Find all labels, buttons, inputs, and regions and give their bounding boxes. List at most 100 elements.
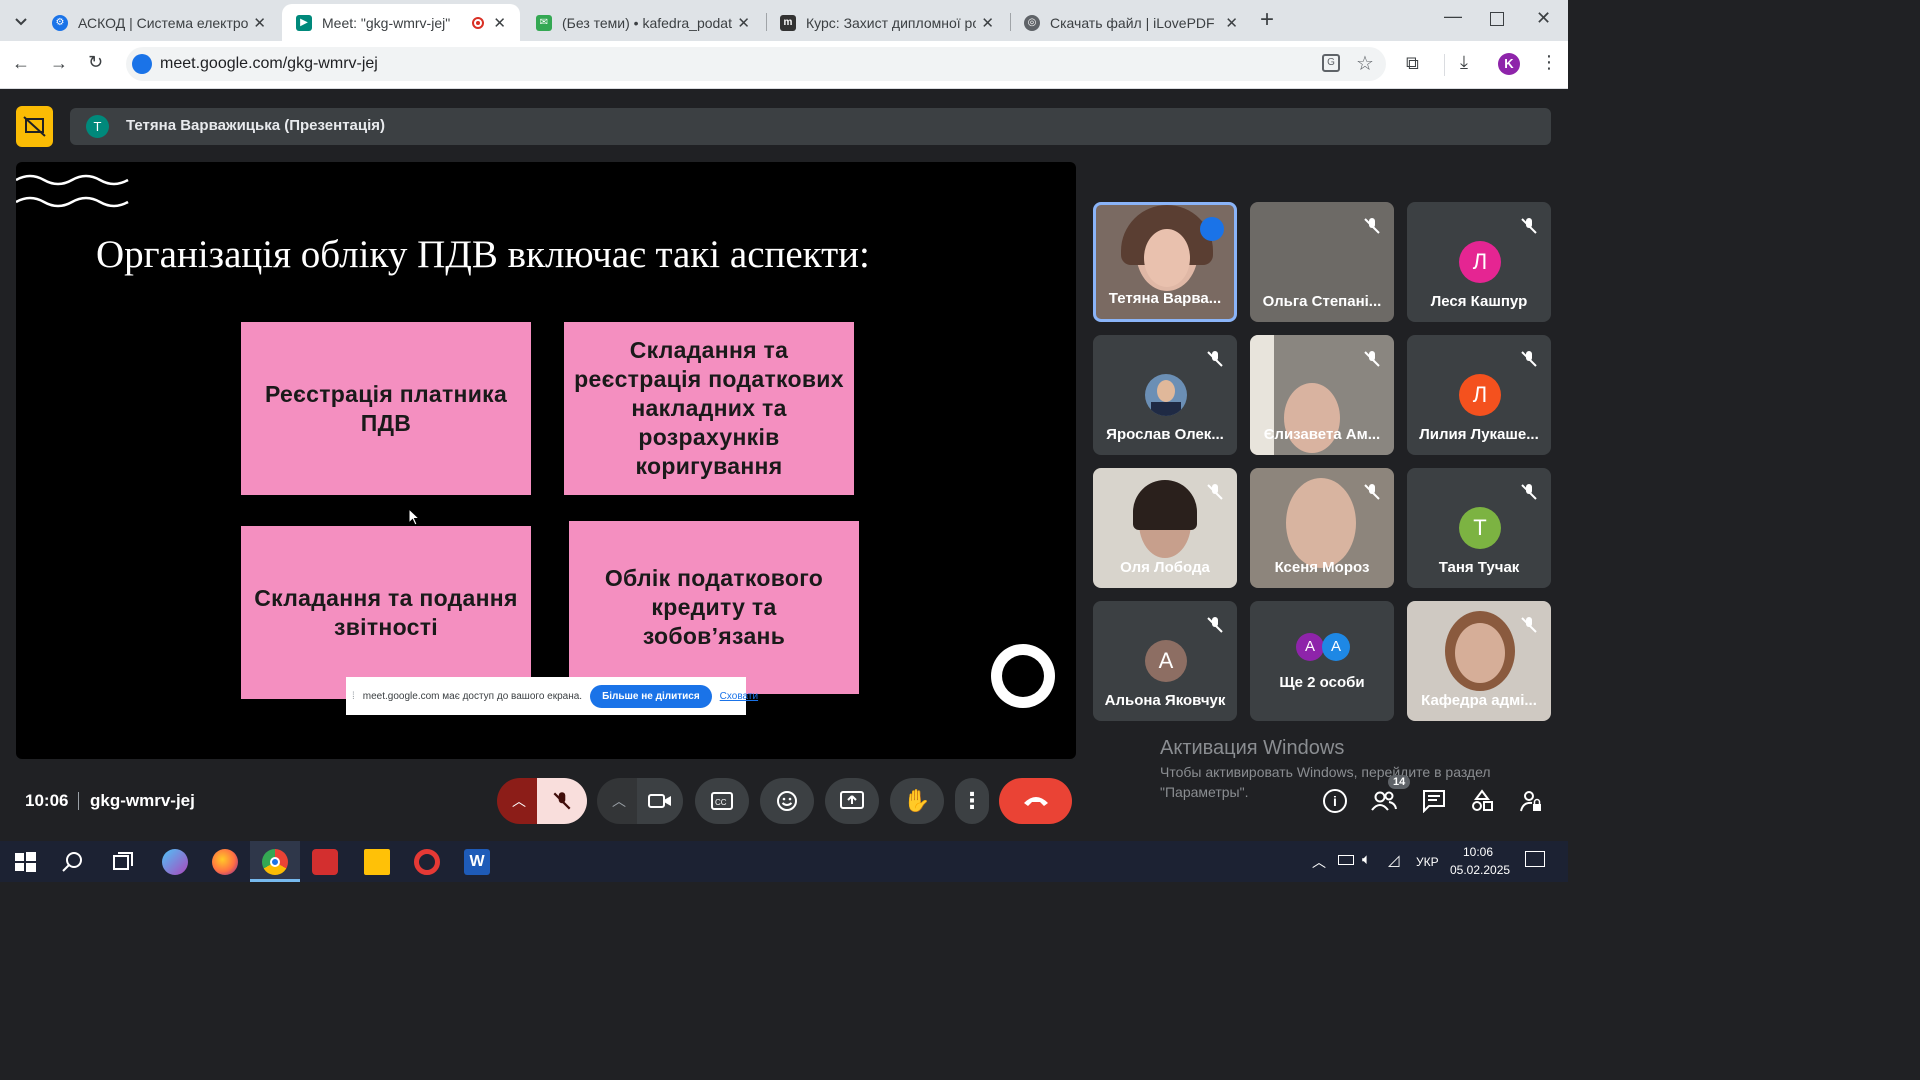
participant-tile[interactable]: Ярослав Олек...	[1093, 335, 1237, 455]
address-bar[interactable]: meet.google.com/gkg-wmrv-jej G ☆	[126, 47, 1386, 81]
raise-hand-button[interactable]: ✋	[890, 778, 944, 824]
close-window-button[interactable]: ✕	[1536, 8, 1551, 29]
network-icon[interactable]: ◿	[1388, 851, 1400, 869]
drag-handle-icon[interactable]: ⁞	[352, 691, 355, 702]
camera-toggle-button[interactable]	[637, 778, 683, 824]
leave-call-button[interactable]	[999, 778, 1072, 824]
task-view-icon[interactable]	[110, 849, 136, 875]
show-hidden-icons[interactable]: ︿	[1312, 852, 1326, 872]
new-tab-button[interactable]: +	[1260, 6, 1274, 34]
participant-tile[interactable]: Л Лилия Лукаше...	[1407, 335, 1551, 455]
taskbar-date[interactable]: 05.02.2025	[1450, 863, 1510, 877]
firefox-icon[interactable]	[212, 849, 238, 875]
participant-tile[interactable]: Л Леся Кашпур	[1407, 202, 1551, 322]
participant-tile[interactable]: Тетяна Варва...	[1093, 202, 1237, 322]
participant-tile[interactable]: Єлизавета Ам...	[1250, 335, 1394, 455]
captions-button[interactable]: CC	[695, 778, 749, 824]
participant-tile[interactable]: Ксеня Мороз	[1250, 468, 1394, 588]
tab-ilovepdf[interactable]: ◎ Скачать файл | iLovePDF ✕	[1010, 4, 1252, 41]
notifications-icon[interactable]	[1525, 851, 1545, 867]
participant-tile[interactable]: A Альона Яковчук	[1093, 601, 1237, 721]
video-options-button[interactable]: ︿	[597, 778, 641, 824]
browser-menu-icon[interactable]: ⋮	[1540, 52, 1558, 73]
slide-card: Реєстрація платника ПДВ	[241, 322, 531, 495]
minimize-button[interactable]: —	[1444, 6, 1462, 27]
wave-decoration	[16, 174, 129, 208]
tab-title: Курс: Захист дипломної робо	[806, 14, 976, 31]
red-app-icon[interactable]	[312, 849, 338, 875]
mic-off-icon	[1521, 617, 1537, 633]
globe-icon: ◎	[1024, 14, 1040, 31]
present-screen-button[interactable]	[825, 778, 879, 824]
participant-name: Таня Тучак	[1438, 559, 1520, 576]
close-tab-icon[interactable]: ✕	[1225, 14, 1238, 32]
reactions-button[interactable]	[760, 778, 814, 824]
search-icon[interactable]	[60, 849, 86, 875]
close-tab-icon[interactable]: ✕	[253, 14, 266, 32]
close-tab-icon[interactable]: ✕	[737, 14, 750, 32]
tab-search-button[interactable]	[10, 10, 32, 32]
forward-arrow-icon[interactable]: →	[50, 53, 68, 74]
share-notice-text: meet.google.com має доступ до вашого екр…	[362, 690, 583, 702]
windows-start-icon[interactable]	[12, 849, 38, 875]
close-tab-icon[interactable]: ✕	[493, 14, 506, 32]
more-participants-tile[interactable]: A A Ще 2 особи	[1250, 601, 1394, 721]
stop-sharing-button[interactable]: Більше не ділитися	[590, 684, 712, 708]
input-language[interactable]: УКР	[1416, 855, 1439, 869]
bookmark-star-icon[interactable]: ☆	[1356, 51, 1374, 76]
hide-notice-link[interactable]: Сховати	[720, 691, 758, 702]
tab-askod[interactable]: ⚙ АСКОД | Система електронног ✕	[38, 4, 280, 41]
mic-toggle-button[interactable]	[537, 778, 587, 824]
mic-off-icon	[1364, 484, 1380, 500]
download-icon[interactable]: ⤓	[1460, 52, 1468, 73]
participant-tile[interactable]: T Таня Тучак	[1407, 468, 1551, 588]
restore-button[interactable]	[1490, 12, 1504, 26]
back-arrow-icon[interactable]: ←	[12, 53, 30, 74]
tab-meet[interactable]: ▶ Meet: "gkg-wmrv-jej" ✕	[282, 4, 520, 41]
site-info-icon[interactable]	[132, 54, 152, 74]
mic-off-icon	[1521, 218, 1537, 234]
extensions-icon[interactable]: ⧉	[1406, 53, 1419, 74]
file-explorer-icon[interactable]	[364, 849, 390, 875]
battery-icon[interactable]	[1338, 855, 1354, 865]
people-button[interactable]: 14	[1370, 775, 1411, 818]
chat-button[interactable]	[1422, 789, 1446, 818]
audio-options-button[interactable]: ︿	[497, 778, 541, 824]
participant-tile[interactable]: Ольга Степані...	[1250, 202, 1394, 322]
word-icon[interactable]: W	[464, 849, 490, 875]
paint-app-icon[interactable]	[162, 849, 188, 875]
profile-avatar[interactable]: K	[1498, 53, 1520, 75]
presentation-slide: Організація обліку ПДВ включає такі аспе…	[16, 162, 1076, 759]
opera-icon[interactable]	[414, 849, 440, 875]
svg-text:CC: CC	[715, 798, 727, 807]
presentation-off-icon	[23, 116, 46, 137]
meeting-info-button[interactable]: i	[1323, 789, 1347, 813]
more-options-button[interactable]: ⋮	[955, 778, 989, 824]
hang-up-icon	[1023, 797, 1048, 806]
reload-icon[interactable]: ↻	[88, 52, 103, 73]
recording-icon	[472, 16, 484, 29]
speaking-indicator	[991, 644, 1055, 708]
taskbar-time[interactable]: 10:06	[1463, 845, 1493, 859]
host-controls-button[interactable]	[1520, 789, 1542, 818]
people-icon	[1371, 791, 1397, 811]
stop-presenting-button[interactable]	[16, 106, 53, 147]
meeting-time: 10:06	[25, 791, 69, 810]
participant-name: Леся Кашпур	[1430, 293, 1528, 310]
tab-mail[interactable]: ✉ (Без теми) • kafedra_podatky@ ✕	[522, 4, 764, 41]
tab-moodle[interactable]: m Курс: Захист дипломної робо ✕	[766, 4, 1008, 41]
people-count-badge: 14	[1388, 775, 1411, 789]
windows-taskbar: W ︿ 🔈︎ ◿ УКР 10:06 05.02.2025	[0, 841, 1568, 882]
participant-tile[interactable]: Кафедра адмі...	[1407, 601, 1551, 721]
tab-title: АСКОД | Система електронног	[78, 14, 248, 31]
presenter-bar: T Тетяна Варважицька (Презентація)	[70, 108, 1551, 145]
gear-icon: ⚙	[52, 14, 68, 31]
participant-tile[interactable]: Оля Лобода	[1093, 468, 1237, 588]
browser-tab-strip: ⚙ АСКОД | Система електронног ✕ ▶ Meet: …	[0, 0, 1568, 41]
close-tab-icon[interactable]: ✕	[981, 14, 994, 32]
more-vert-icon: ⋮	[961, 788, 983, 813]
translate-icon[interactable]: G	[1322, 54, 1340, 72]
chrome-icon[interactable]	[262, 849, 288, 875]
activities-button[interactable]	[1470, 789, 1494, 818]
volume-icon[interactable]: 🔈︎	[1362, 851, 1371, 868]
